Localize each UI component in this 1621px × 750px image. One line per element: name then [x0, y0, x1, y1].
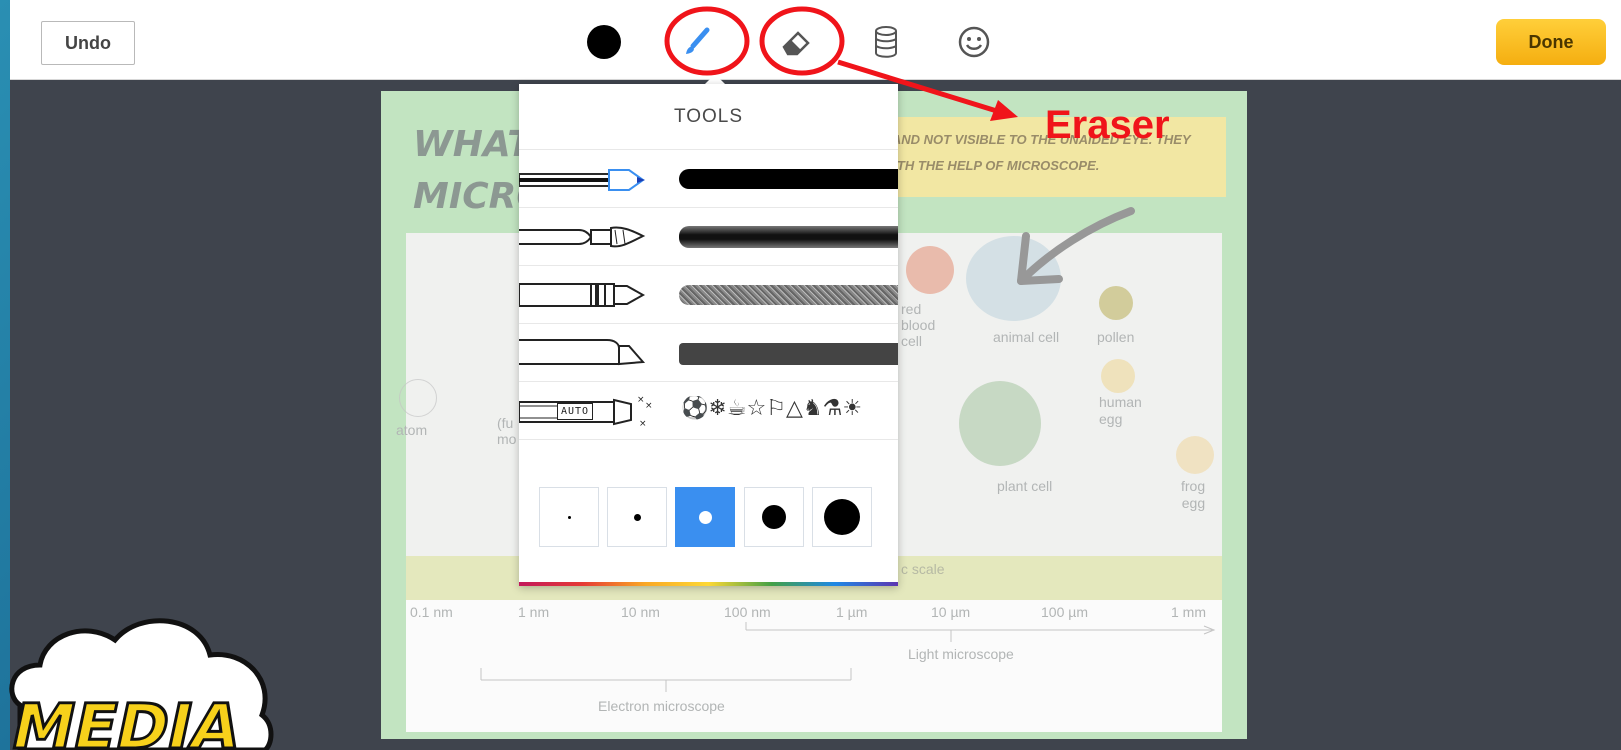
- color-dot-icon[interactable]: [582, 20, 626, 64]
- tool-pen[interactable]: [519, 149, 898, 208]
- eraser-annotation-label: Eraser: [1045, 103, 1170, 147]
- electron-microscope-label: Electron microscope: [598, 698, 725, 714]
- toolbar: Undo Done: [10, 0, 1621, 80]
- tool-crayon[interactable]: [519, 265, 898, 324]
- tick-0.1nm: 0.1 nm: [410, 604, 453, 620]
- pen-icon: [519, 169, 645, 191]
- size-row-divider: [519, 439, 898, 440]
- scale-label: c scale: [901, 561, 945, 577]
- marker-stroke-preview: [679, 343, 898, 365]
- frog-egg-image: [1176, 436, 1214, 474]
- svg-text:×: ×: [637, 395, 645, 405]
- svg-text:×: ×: [645, 401, 653, 411]
- stamp-auto-tag: AUTO: [557, 403, 594, 420]
- size-m-button[interactable]: [675, 487, 735, 547]
- media-logo: MEDIA: [4, 618, 274, 750]
- tick-1nm: 1 nm: [518, 604, 550, 620]
- pollen-label: pollen: [1097, 329, 1135, 345]
- svg-text:×: ×: [639, 419, 647, 429]
- human-egg-label: human egg: [1099, 394, 1142, 427]
- eraser-icon[interactable]: [774, 20, 818, 64]
- paintbrush-stroke-preview: [679, 226, 898, 248]
- animal-cell-label: animal cell: [993, 329, 1060, 345]
- tool-marker[interactable]: [519, 323, 898, 382]
- crayon-stroke-preview: [679, 285, 898, 305]
- stamp-preview: ⚽❄☕☆⚐△♞⚗☀: [681, 396, 863, 421]
- partial-label-mo: mo: [497, 431, 517, 447]
- frog-egg-label: frog egg: [1181, 478, 1206, 511]
- tick-1mm: 1 mm: [1171, 604, 1206, 620]
- size-xl-button[interactable]: [812, 487, 872, 547]
- brush-icon[interactable]: [674, 20, 718, 64]
- tick-100um: 100 µm: [1041, 604, 1088, 620]
- tool-paintbrush[interactable]: [519, 207, 898, 266]
- red-blood-cell-label: red blood cell: [901, 301, 936, 349]
- human-egg-image: [1101, 359, 1135, 393]
- atom-label: atom: [396, 422, 428, 438]
- tick-10um: 10 µm: [931, 604, 971, 620]
- tick-100nm: 100 nm: [724, 604, 771, 620]
- svg-text:MEDIA: MEDIA: [5, 691, 247, 750]
- color-spectrum-bar[interactable]: [519, 582, 898, 586]
- pen-stroke-preview: [679, 169, 898, 189]
- plant-cell-image: [959, 381, 1041, 466]
- paintbrush-icon: [519, 226, 646, 248]
- size-s-button[interactable]: [607, 487, 667, 547]
- size-l-button[interactable]: [744, 487, 804, 547]
- done-button[interactable]: Done: [1496, 19, 1606, 65]
- crayon-icon: [519, 283, 646, 307]
- atom-image: [399, 379, 437, 417]
- size-xs-button[interactable]: [539, 487, 599, 547]
- fill-bucket-icon[interactable]: [864, 20, 908, 64]
- poster-note-line2: WITH THE HELP OF MICROSCOPE.: [881, 158, 1100, 173]
- plant-cell-label: plant cell: [997, 478, 1053, 494]
- red-blood-cell-image: [906, 246, 954, 294]
- partial-label-fu: (fu: [497, 415, 514, 431]
- tick-1um: 1 µm: [836, 604, 868, 620]
- tools-title: TOOLS: [673, 106, 744, 127]
- pollen-image: [1099, 286, 1133, 320]
- emoji-icon[interactable]: [952, 20, 996, 64]
- tool-stamp[interactable]: × × × AUTO ⚽❄☕☆⚐△♞⚗☀: [519, 381, 898, 440]
- tools-popup: TOOLS × × × AUTO ⚽❄☕☆⚐△♞⚗☀: [519, 84, 898, 586]
- light-microscope-label: Light microscope: [908, 646, 1014, 662]
- drawn-arrow: [1017, 207, 1135, 285]
- tick-10nm: 10 nm: [621, 604, 660, 620]
- marker-icon: [519, 339, 646, 366]
- scale-axis-area: 0.1 nm 1 nm 10 nm 100 nm 1 µm 10 µm 100 …: [406, 600, 1222, 732]
- undo-button[interactable]: Undo: [41, 21, 135, 65]
